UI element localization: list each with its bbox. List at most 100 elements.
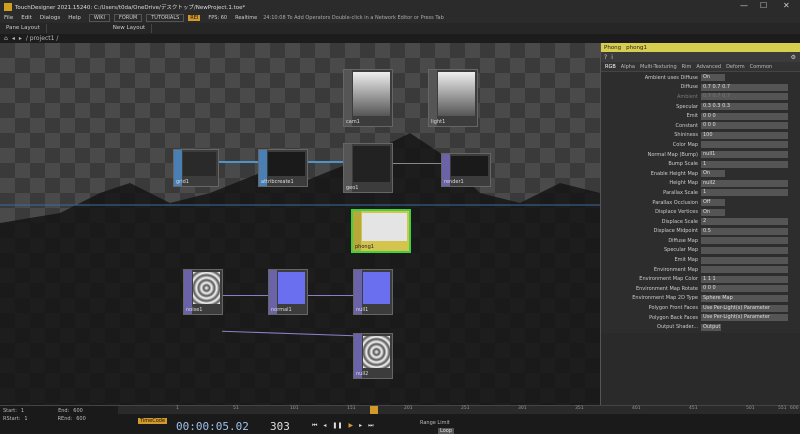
menu-edit[interactable]: Edit <box>17 15 36 21</box>
param-row[interactable]: Emit Map <box>601 255 800 265</box>
node-render1[interactable]: render1 <box>441 153 491 187</box>
node-label: null2 <box>356 371 369 377</box>
play-icon[interactable]: ▶ <box>348 422 353 430</box>
param-row[interactable]: Bump Scale 1 <box>601 159 800 169</box>
param-row[interactable]: Displace Vertices On <box>601 207 800 217</box>
param-row[interactable]: Constant 0 0 0 <box>601 121 800 131</box>
param-row[interactable]: Color Map <box>601 140 800 150</box>
tab-alpha[interactable]: Alpha <box>621 64 635 70</box>
menu-file[interactable]: File <box>0 15 17 21</box>
node-null2[interactable]: null2 <box>353 333 393 379</box>
step-back-icon[interactable]: ◂ <box>323 422 326 430</box>
start-frame[interactable]: 1 <box>21 408 24 414</box>
pause-icon[interactable]: ❚❚ <box>332 422 342 430</box>
panel-toolbar: ? i ⚙ <box>601 52 800 62</box>
fps-readout: FPS: 60 <box>208 15 228 21</box>
node-noise1[interactable]: noise1 <box>183 269 223 315</box>
param-row[interactable]: Diffuse Map <box>601 236 800 246</box>
rend-frame[interactable]: 600 <box>76 416 86 422</box>
version-badge: REI <box>188 15 201 21</box>
wire-noise-normal <box>222 295 270 296</box>
tab-rgb[interactable]: RGB <box>605 64 616 70</box>
param-row[interactable]: Specular Map <box>601 246 800 256</box>
param-row[interactable]: Shininess 100 <box>601 131 800 141</box>
tab-multi-texturing[interactable]: Multi-Texturing <box>640 64 677 70</box>
tab-pane-layout[interactable]: Pane Layout <box>0 24 47 33</box>
close-button[interactable]: ✕ <box>783 1 790 10</box>
info-icon[interactable]: i <box>611 54 613 61</box>
node-label: grid1 <box>176 179 189 185</box>
step-forward-icon[interactable]: ▸ <box>359 422 362 430</box>
param-row[interactable]: Polygon Front Faces Use Per-Light(s) Para… <box>601 303 800 313</box>
transport-controls: ⏮ ◂ ❚❚ ▶ ▸ ⏭ <box>312 422 374 430</box>
node-attribcreate1[interactable]: attribcreate1 <box>258 149 308 187</box>
timeline-ruler[interactable]: 1 51 101 151 201 251 301 351 401 451 501… <box>118 406 800 414</box>
node-label: attribcreate1 <box>261 179 294 185</box>
forum-button[interactable]: FORUM <box>113 14 143 22</box>
network-editor[interactable]: cam1 light1 grid1 attribcreate1 geo1 ren… <box>0 43 600 405</box>
node-grid1[interactable]: grid1 <box>173 149 219 187</box>
node-normal1[interactable]: normal1 <box>268 269 308 315</box>
param-row[interactable]: Polygon Back Faces Use Per-Light(s) Param… <box>601 313 800 323</box>
maximize-button[interactable]: ☐ <box>760 1 767 10</box>
param-row[interactable]: Parallax Occlusion Off <box>601 198 800 208</box>
forward-icon[interactable]: ▸ <box>19 35 22 42</box>
tab-deform[interactable]: Deform <box>726 64 745 70</box>
node-cam1[interactable]: cam1 <box>343 69 393 127</box>
node-null1[interactable]: null1 <box>353 269 393 315</box>
realtime-toggle[interactable]: Realtime <box>235 15 257 21</box>
timecode-display[interactable]: 00:00:05.02 <box>176 420 249 433</box>
network-path[interactable]: / project1 / <box>26 35 59 42</box>
home-icon[interactable]: ⌂ <box>4 35 8 42</box>
param-row[interactable]: Environment Map <box>601 265 800 275</box>
param-row[interactable]: Enable Height Map On <box>601 169 800 179</box>
param-row[interactable]: Parallax Scale 1 <box>601 188 800 198</box>
tutorials-button[interactable]: TUTORIALS <box>146 14 185 22</box>
param-row[interactable]: Ambient uses Diffuse On <box>601 73 800 83</box>
param-row[interactable]: Diffuse 0.7 0.7 0.7 <box>601 83 800 93</box>
back-icon[interactable]: ◂ <box>12 35 15 42</box>
null1-preview <box>363 272 390 304</box>
help-icon[interactable]: ? <box>604 54 607 61</box>
cam1-preview <box>353 72 390 116</box>
param-row[interactable]: Environment Map Color 1 1 1 <box>601 274 800 284</box>
node-geo1[interactable]: geo1 <box>343 143 393 193</box>
phong1-preview <box>362 213 407 241</box>
end-frame[interactable]: 600 <box>73 408 83 414</box>
param-row[interactable]: Displace Scale 2 <box>601 217 800 227</box>
menu-dialogs[interactable]: Dialogs <box>36 15 64 21</box>
frame-display[interactable]: 303 <box>270 420 290 433</box>
tab-advanced[interactable]: Advanced <box>696 64 721 70</box>
timecode-label[interactable]: TimeCode <box>138 418 168 424</box>
param-row[interactable]: Specular 0.3 0.3 0.3 <box>601 102 800 112</box>
fast-forward-icon[interactable]: ⏭ <box>368 422 373 430</box>
param-row[interactable]: Displace Midpoint 0.5 <box>601 227 800 237</box>
param-row[interactable]: Emit 0 0 0 <box>601 111 800 121</box>
pane-tabs: Pane Layout New Layout <box>0 23 800 34</box>
node-phong1[interactable]: phong1 <box>351 209 411 253</box>
panel-empty-area <box>600 333 800 405</box>
tab-new-layout[interactable]: New Layout <box>107 24 153 33</box>
rewind-icon[interactable]: ⏮ <box>312 422 317 430</box>
wire-attrib-geo <box>308 161 344 163</box>
tab-rim[interactable]: Rim <box>682 64 692 70</box>
render-background <box>0 133 600 405</box>
param-row[interactable]: Height Map null2 <box>601 179 800 189</box>
param-row[interactable]: Normal Map (Bump) null1 <box>601 150 800 160</box>
param-row[interactable]: Ambient 0.7 0.7 0.7 <box>601 92 800 102</box>
param-row[interactable]: Environment Map 2D Type Sphere Map <box>601 294 800 304</box>
wiki-button[interactable]: WIKI <box>88 14 110 22</box>
playhead[interactable] <box>370 406 378 414</box>
minimize-button[interactable]: — <box>740 1 748 10</box>
rstart-frame[interactable]: 1 <box>24 416 27 422</box>
loop-button[interactable]: Loop <box>438 428 454 434</box>
param-row[interactable]: Environment Map Rotate 0 0 0 <box>601 284 800 294</box>
tab-common[interactable]: Common <box>750 64 773 70</box>
node-label: geo1 <box>346 185 359 191</box>
panel-header: Phong phong1 <box>601 43 800 52</box>
param-row[interactable]: Output Shader... Output <box>601 322 800 332</box>
operator-name[interactable]: phong1 <box>626 45 647 51</box>
menu-help[interactable]: Help <box>64 15 85 21</box>
node-light1[interactable]: light1 <box>428 69 478 127</box>
settings-icon[interactable]: ⚙ <box>791 54 796 61</box>
